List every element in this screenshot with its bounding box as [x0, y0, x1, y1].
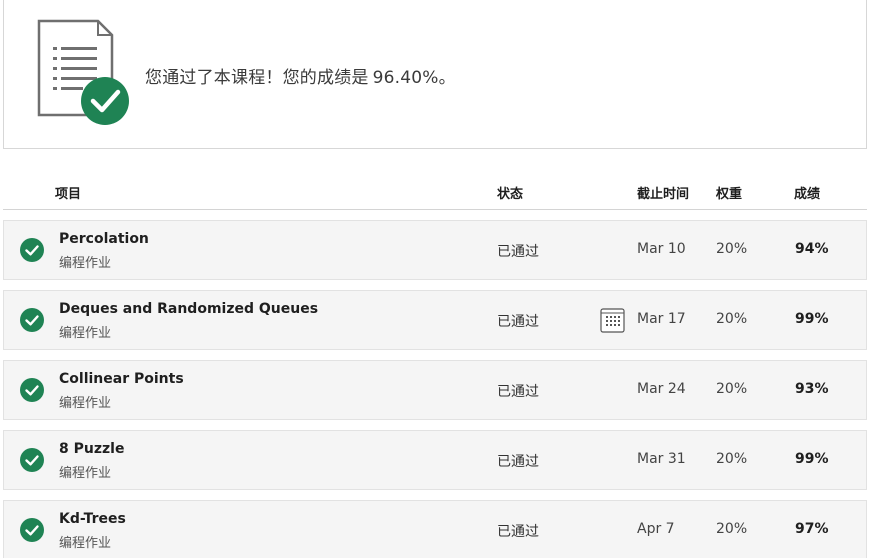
check-circle-icon: [20, 518, 44, 542]
assignment-title-link[interactable]: Collinear Points: [59, 371, 184, 387]
assignment-grade: 93%: [795, 381, 829, 397]
assignment-weight: 20%: [716, 311, 748, 327]
check-circle-icon: [20, 448, 44, 472]
assignment-due-date: Mar 24: [637, 381, 686, 397]
assignment-weight: 20%: [716, 241, 748, 257]
assignment-due-date: Mar 10: [637, 241, 686, 257]
assignment-title-link[interactable]: Percolation: [59, 231, 149, 247]
assignment-due-date: Mar 31: [637, 451, 686, 467]
table-row[interactable]: Percolation 编程作业 已通过 Mar 10 20% 94%: [3, 220, 867, 280]
assignment-status: 已通过: [497, 244, 539, 260]
assignment-due-date: Apr 7: [637, 521, 675, 537]
check-circle-icon: [20, 378, 44, 402]
assignment-grade: 97%: [795, 521, 829, 537]
final-grade: 96.40%。: [372, 68, 456, 88]
assignment-weight: 20%: [716, 451, 748, 467]
course-passed-banner: 您通过了本课程！您的成绩是 96.40%。: [3, 0, 867, 149]
grades-table-header: 项目 状态 截止时间 权重 成绩: [3, 176, 867, 210]
assignment-status: 已通过: [497, 454, 539, 470]
header-grade: 成绩: [794, 187, 821, 202]
assignment-title-link[interactable]: Deques and Randomized Queues: [59, 301, 318, 317]
check-circle-icon: [20, 238, 44, 262]
check-circle-icon: [20, 308, 44, 332]
assignment-grade: 99%: [795, 451, 829, 467]
table-row[interactable]: Deques and Randomized Queues 编程作业 已通过 Ma…: [3, 290, 867, 350]
assignment-type: 编程作业: [59, 536, 112, 551]
assignment-title-link[interactable]: Kd-Trees: [59, 511, 126, 527]
assignment-type: 编程作业: [59, 256, 112, 271]
assignment-grade: 99%: [795, 311, 829, 327]
assignment-weight: 20%: [716, 381, 748, 397]
assignment-status: 已通过: [497, 524, 539, 540]
header-item: 项目: [55, 187, 82, 202]
header-status: 状态: [497, 187, 524, 202]
assignment-type: 编程作业: [59, 396, 112, 411]
header-due: 截止时间: [637, 187, 690, 202]
document-checked-icon: [37, 19, 129, 125]
table-row[interactable]: 8 Puzzle 编程作业 已通过 Mar 31 20% 99%: [3, 430, 867, 490]
assignment-due-date: Mar 17: [637, 311, 686, 327]
table-row[interactable]: Collinear Points 编程作业 已通过 Mar 24 20% 93%: [3, 360, 867, 420]
assignment-grade: 94%: [795, 241, 829, 257]
calendar-icon[interactable]: [600, 308, 625, 333]
assignment-title-link[interactable]: 8 Puzzle: [59, 441, 124, 457]
course-result-message: 您通过了本课程！您的成绩是 96.40%。: [145, 63, 456, 88]
header-weight: 权重: [716, 187, 743, 202]
assignment-type: 编程作业: [59, 326, 112, 341]
assignment-type: 编程作业: [59, 466, 112, 481]
assignment-weight: 20%: [716, 521, 748, 537]
assignment-status: 已通过: [497, 384, 539, 400]
assignment-status: 已通过: [497, 314, 539, 330]
result-message: 您通过了本课程！您的成绩是: [145, 68, 369, 88]
table-row[interactable]: Kd-Trees 编程作业 已通过 Apr 7 20% 97%: [3, 500, 867, 558]
